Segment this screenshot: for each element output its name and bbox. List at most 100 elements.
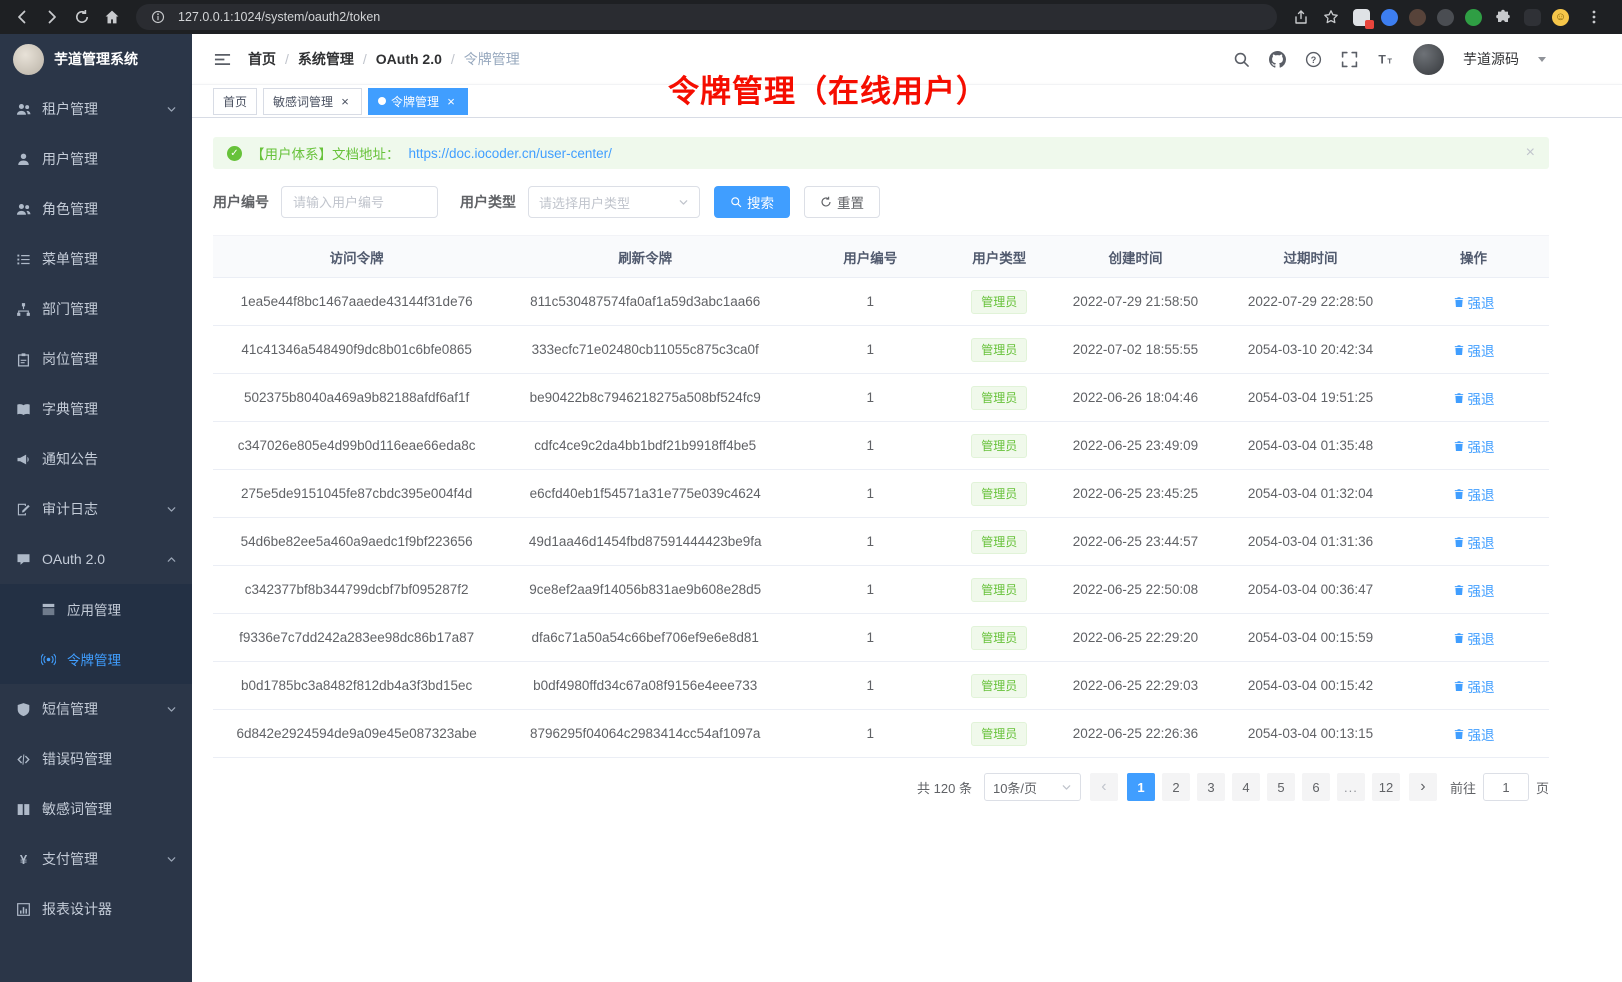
address-bar[interactable]: 127.0.0.1:1024/system/oauth2/token	[136, 4, 1277, 30]
sidebar-item-role[interactable]: 角色管理	[0, 184, 192, 234]
sidebar-item-menu[interactable]: 菜单管理	[0, 234, 192, 284]
page-more-button[interactable]: ...	[1337, 773, 1365, 801]
sidebar-item-dept[interactable]: 部门管理	[0, 284, 192, 334]
fullscreen-icon[interactable]	[1341, 51, 1358, 68]
extension-dot-icon[interactable]	[1465, 9, 1482, 26]
sidebar-item-sms[interactable]: 短信管理	[0, 684, 192, 734]
tab-close-icon[interactable]: ×	[338, 94, 352, 108]
profile-avatar-icon[interactable]: ☺	[1552, 9, 1569, 26]
username[interactable]: 芋道源码	[1463, 49, 1519, 69]
logo[interactable]: 芋道管理系统	[0, 34, 192, 84]
goto-page-input[interactable]	[1483, 773, 1529, 801]
extension-with-badge-icon[interactable]	[1353, 9, 1370, 26]
breadcrumb-item[interactable]: 首页	[248, 49, 276, 69]
sidebar-item-label: 用户管理	[42, 149, 177, 169]
page-button-1[interactable]: 1	[1127, 773, 1155, 801]
force-logout-button[interactable]: 强退	[1453, 484, 1495, 504]
tab-首页[interactable]: 首页	[213, 88, 257, 115]
user-type-select[interactable]: 请选择用户类型	[528, 186, 700, 218]
sidebar-item-tenant[interactable]: 租户管理	[0, 84, 192, 134]
create-time-cell: 2022-06-25 22:50:08	[1048, 566, 1223, 614]
force-logout-button[interactable]: 强退	[1453, 436, 1495, 456]
sidebar-item-user[interactable]: 用户管理	[0, 134, 192, 184]
user-avatar[interactable]	[1413, 44, 1444, 75]
help-icon[interactable]: ?	[1305, 51, 1322, 68]
force-logout-button[interactable]: 强退	[1453, 340, 1495, 360]
doc-link[interactable]: https://doc.iocoder.cn/user-center/	[409, 146, 612, 161]
extension-square-icon[interactable]	[1524, 9, 1541, 26]
next-page-button[interactable]: ›	[1409, 773, 1437, 801]
force-logout-button[interactable]: 强退	[1453, 580, 1495, 600]
reset-button[interactable]: 重置	[804, 186, 880, 218]
user-type-badge: 管理员	[971, 626, 1027, 650]
breadcrumb-item[interactable]: OAuth 2.0	[376, 51, 442, 67]
page-button-6[interactable]: 6	[1302, 773, 1330, 801]
annotation-overlay: 令牌管理（在线用户）	[668, 66, 988, 111]
user-id-input[interactable]	[281, 186, 438, 218]
page-button-12[interactable]: 12	[1372, 773, 1400, 801]
sidebar-item-oauth2-token[interactable]: 令牌管理	[0, 634, 192, 684]
caret-down-icon[interactable]	[1538, 57, 1546, 62]
force-logout-button[interactable]: 强退	[1453, 532, 1495, 552]
sidebar-item-notice[interactable]: 通知公告	[0, 434, 192, 484]
site-info-icon[interactable]	[144, 3, 172, 31]
tab-敏感词管理[interactable]: 敏感词管理 ×	[263, 88, 362, 115]
sidebar-item-dict[interactable]: 字典管理	[0, 384, 192, 434]
sidebar-item-label: 应用管理	[67, 599, 177, 619]
profile-blue-icon[interactable]	[1381, 9, 1398, 26]
page-button-2[interactable]: 2	[1162, 773, 1190, 801]
prev-page-button[interactable]: ‹	[1090, 773, 1118, 801]
extension-dot-icon[interactable]	[1437, 9, 1454, 26]
force-logout-button[interactable]: 强退	[1453, 676, 1495, 696]
page-button-3[interactable]: 3	[1197, 773, 1225, 801]
sidebar-item-sensitive-word[interactable]: 敏感词管理	[0, 784, 192, 834]
create-time-cell: 2022-06-25 23:49:09	[1048, 422, 1223, 470]
tab-close-icon[interactable]: ×	[444, 94, 458, 108]
megaphone-icon	[15, 452, 31, 467]
force-logout-button[interactable]: 强退	[1453, 724, 1495, 744]
reload-icon[interactable]	[68, 3, 96, 31]
back-icon[interactable]	[8, 3, 36, 31]
page-size-select[interactable]: 10条/页	[984, 773, 1081, 801]
force-logout-button[interactable]: 强退	[1453, 388, 1495, 408]
page-button-5[interactable]: 5	[1267, 773, 1295, 801]
sidebar-item-pay[interactable]: ¥支付管理	[0, 834, 192, 884]
forward-icon[interactable]	[38, 3, 66, 31]
page-button-4[interactable]: 4	[1232, 773, 1260, 801]
refresh-token-cell: b0df4980ffd34c67a08f9156e4eee733	[500, 662, 790, 710]
browser-menu-icon[interactable]	[1580, 3, 1608, 31]
sidebar-item-error-code[interactable]: 错误码管理	[0, 734, 192, 784]
sidebar-item-oauth2-app[interactable]: 应用管理	[0, 584, 192, 634]
breadcrumb-item[interactable]: 系统管理	[298, 49, 354, 69]
report-icon	[15, 902, 31, 917]
tab-label: 令牌管理	[391, 93, 439, 110]
access-token-cell: 275e5de9151045fe87cbdc395e004f4d	[213, 470, 500, 518]
share-icon[interactable]	[1287, 3, 1315, 31]
success-check-icon: ✓	[227, 146, 242, 161]
token-table: 访问令牌刷新令牌用户编号用户类型创建时间过期时间操作 1ea5e44f8bc14…	[213, 235, 1549, 758]
hamburger-icon[interactable]	[214, 51, 231, 68]
bookmark-star-icon[interactable]	[1317, 3, 1345, 31]
sidebar-item-post[interactable]: 岗位管理	[0, 334, 192, 384]
home-icon[interactable]	[98, 3, 126, 31]
expire-time-cell: 2054-03-04 01:32:04	[1223, 470, 1398, 518]
tab-label: 首页	[223, 93, 247, 110]
force-logout-button[interactable]: 强退	[1453, 628, 1495, 648]
tab-令牌管理[interactable]: 令牌管理 ×	[368, 88, 468, 115]
force-logout-button[interactable]: 强退	[1453, 292, 1495, 312]
svg-text:T: T	[1378, 52, 1386, 66]
badge-icon	[15, 352, 31, 367]
access-token-cell: f9336e7c7dd242a283ee98dc86b17a87	[213, 614, 500, 662]
github-icon[interactable]	[1269, 51, 1286, 68]
alert-close-icon[interactable]: ×	[1526, 145, 1535, 161]
font-size-icon[interactable]: TT	[1377, 51, 1394, 68]
tab-label: 敏感词管理	[273, 93, 333, 110]
search-button[interactable]: 搜索	[714, 186, 790, 218]
sidebar-item-oauth2[interactable]: OAuth 2.0	[0, 534, 192, 584]
search-icon[interactable]	[1233, 51, 1250, 68]
sidebar-item-label: 令牌管理	[67, 649, 177, 669]
sidebar-item-report-designer[interactable]: 报表设计器	[0, 884, 192, 934]
sidebar-item-audit-log[interactable]: 审计日志	[0, 484, 192, 534]
extension-dot-icon[interactable]	[1409, 9, 1426, 26]
puzzle-extensions-icon[interactable]	[1493, 7, 1513, 27]
